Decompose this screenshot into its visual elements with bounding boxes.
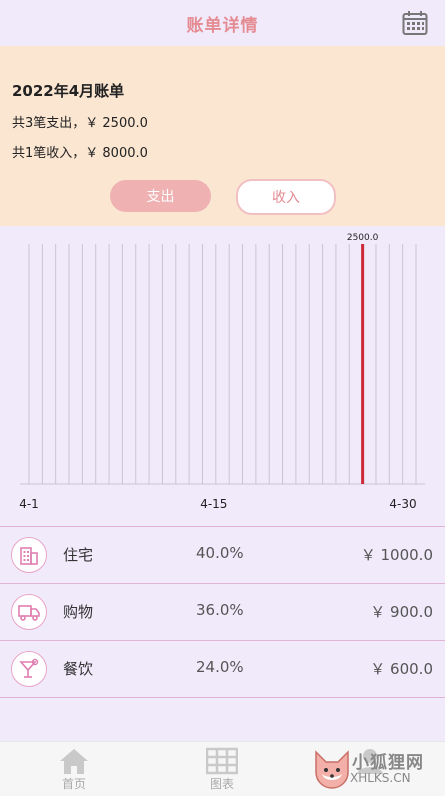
category-percent: 40.0%	[196, 544, 244, 562]
building-icon	[11, 537, 47, 573]
page-title: 账单详情	[186, 15, 259, 36]
tab-home[interactable]: 首页	[0, 742, 148, 796]
category-percent: 24.0%	[196, 658, 244, 676]
category-name: 餐饮	[63, 660, 94, 678]
category-amount: ￥ 1000.0	[360, 546, 433, 564]
chart-x-tick-label: 4-30	[389, 497, 416, 511]
chart-x-tick-label: 4-15	[200, 497, 227, 511]
watermark-url: XHLKS.CN	[350, 771, 411, 785]
calendar-icon[interactable]	[402, 10, 428, 36]
income-toggle-button[interactable]: 收入	[236, 179, 336, 215]
category-row-housing[interactable]: 住宅 40.0% ￥ 1000.0	[0, 527, 445, 583]
expense-summary: 共3笔支出，￥ 2500.0	[12, 116, 148, 131]
tab-label: 图表	[209, 777, 234, 791]
chart-x-tick-label: 4-1	[19, 497, 39, 511]
home-icon	[60, 749, 88, 774]
fox-logo-icon	[315, 750, 349, 789]
category-name: 购物	[63, 603, 94, 621]
table-icon	[206, 747, 238, 775]
category-amount: ￥ 600.0	[370, 660, 433, 678]
cocktail-icon	[11, 651, 47, 687]
divider	[0, 697, 445, 698]
bill-summary: 2022年4月账单 共3笔支出，￥ 2500.0 共1笔收入，￥ 8000.0 …	[0, 46, 445, 226]
app-header: 账单详情	[0, 0, 445, 46]
tab-chart[interactable]: 图表	[148, 742, 296, 796]
watermark-text: 小狐狸网	[352, 753, 424, 773]
expense-toggle-button[interactable]: 支出	[110, 180, 211, 212]
category-name: 住宅	[63, 546, 94, 564]
chart-bar	[361, 244, 365, 484]
chart-data-label: 2500.0	[347, 233, 379, 243]
truck-icon	[11, 594, 47, 630]
daily-chart-svg: 2500.0 4-1 4-15 4-30	[19, 233, 425, 511]
income-summary: 共1笔收入，￥ 8000.0	[12, 146, 148, 161]
category-row-shopping[interactable]: 购物 36.0% ￥ 900.0	[0, 584, 445, 640]
category-amount: ￥ 900.0	[370, 603, 433, 621]
daily-chart: 2500.0 4-1 4-15 4-30	[0, 226, 445, 526]
category-percent: 36.0%	[196, 601, 244, 619]
tab-label: 首页	[61, 777, 86, 791]
category-row-dining[interactable]: 餐饮 24.0% ￥ 600.0	[0, 641, 445, 697]
month-title: 2022年4月账单	[12, 82, 125, 100]
